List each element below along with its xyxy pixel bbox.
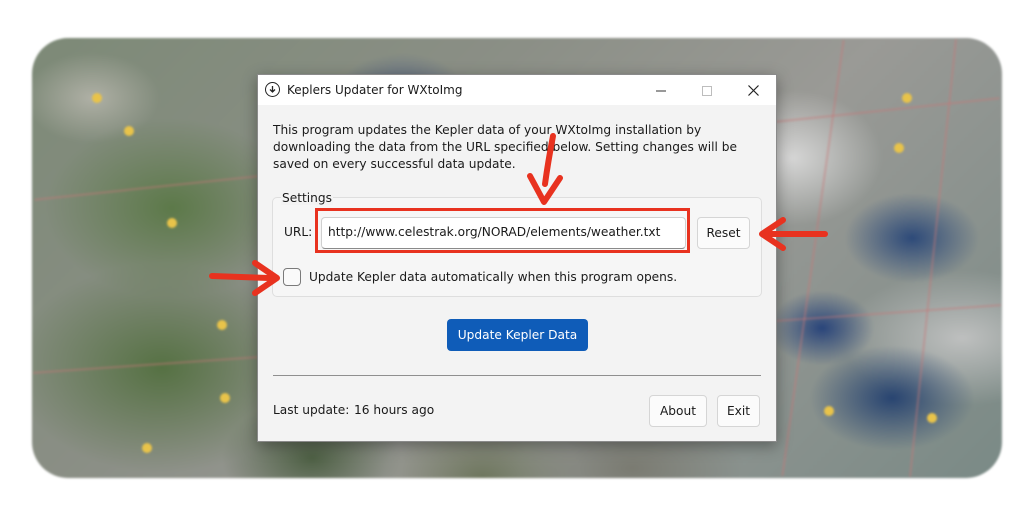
close-icon [747, 81, 759, 100]
last-update-value: 16 hours ago [354, 403, 435, 417]
close-button[interactable] [730, 75, 776, 105]
divider [273, 375, 761, 376]
annotation-highlight-box [315, 208, 690, 253]
update-kepler-data-button[interactable]: Update Kepler Data [447, 319, 588, 351]
maximize-icon [702, 81, 712, 100]
title-bar[interactable]: Keplers Updater for WXtoImg [258, 75, 776, 105]
auto-update-checkbox[interactable] [283, 268, 301, 286]
annotation-arrow-down-icon [527, 133, 563, 205]
auto-update-label: Update Kepler data automatically when th… [309, 270, 678, 284]
maximize-button[interactable] [684, 75, 730, 105]
annotation-arrow-right-icon [209, 260, 280, 296]
minimize-icon [656, 81, 666, 100]
annotation-arrow-left-icon [759, 217, 828, 251]
url-label: URL: [284, 225, 313, 239]
exit-button[interactable]: Exit [717, 395, 760, 427]
reset-button[interactable]: Reset [697, 217, 750, 249]
minimize-button[interactable] [638, 75, 684, 105]
about-button[interactable]: About [649, 395, 707, 427]
download-icon [265, 82, 280, 97]
window-title: Keplers Updater for WXtoImg [287, 83, 463, 97]
last-update-label: Last update: [273, 403, 350, 417]
settings-group-label: Settings [281, 191, 333, 205]
app-window: Keplers Updater for WXtoImg This program… [257, 74, 777, 442]
description-text: This program updates the Kepler data of … [273, 123, 737, 171]
